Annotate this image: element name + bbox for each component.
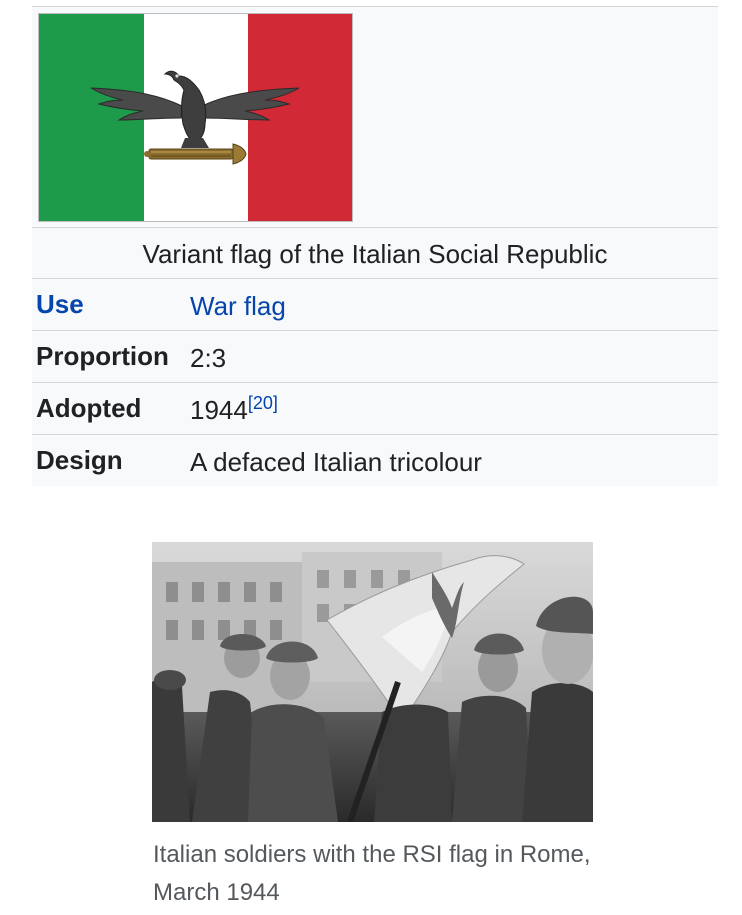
adopted-label: Adopted <box>36 393 142 423</box>
flag-caption: Variant flag of the Italian Social Repub… <box>32 228 718 279</box>
photo-caption: Italian soldiers with the RSI flag in Ro… <box>153 841 591 906</box>
adopted-value: 1944 <box>190 395 248 425</box>
flag-infobox: Variant flag of the Italian Social Repub… <box>32 6 718 486</box>
proportion-value: 2:3 <box>190 343 227 373</box>
page: Variant flag of the Italian Social Repub… <box>0 0 742 915</box>
infobox-row-adopted: Adopted 1944[20] <box>32 383 718 435</box>
flag-image-cell <box>32 7 718 228</box>
adopted-value-wrap: 1944[20] <box>190 383 278 437</box>
proportion-label: Proportion <box>36 341 169 371</box>
reference-link[interactable]: [20] <box>248 393 278 413</box>
infobox-row-use: Use War flag <box>32 279 718 331</box>
use-label-link[interactable]: Use <box>36 279 84 329</box>
soldiers-photo[interactable] <box>152 542 593 822</box>
infobox-row-proportion: Proportion 2:3 <box>32 331 718 383</box>
war-flag-link[interactable]: War flag <box>190 279 286 333</box>
infobox-row-design: Design A defaced Italian tricolour <box>32 435 718 486</box>
soldiers-photo-frame <box>152 542 593 822</box>
design-label: Design <box>36 445 123 475</box>
design-value: A defaced Italian tricolour <box>190 447 482 477</box>
war-flag-image[interactable] <box>38 13 353 222</box>
